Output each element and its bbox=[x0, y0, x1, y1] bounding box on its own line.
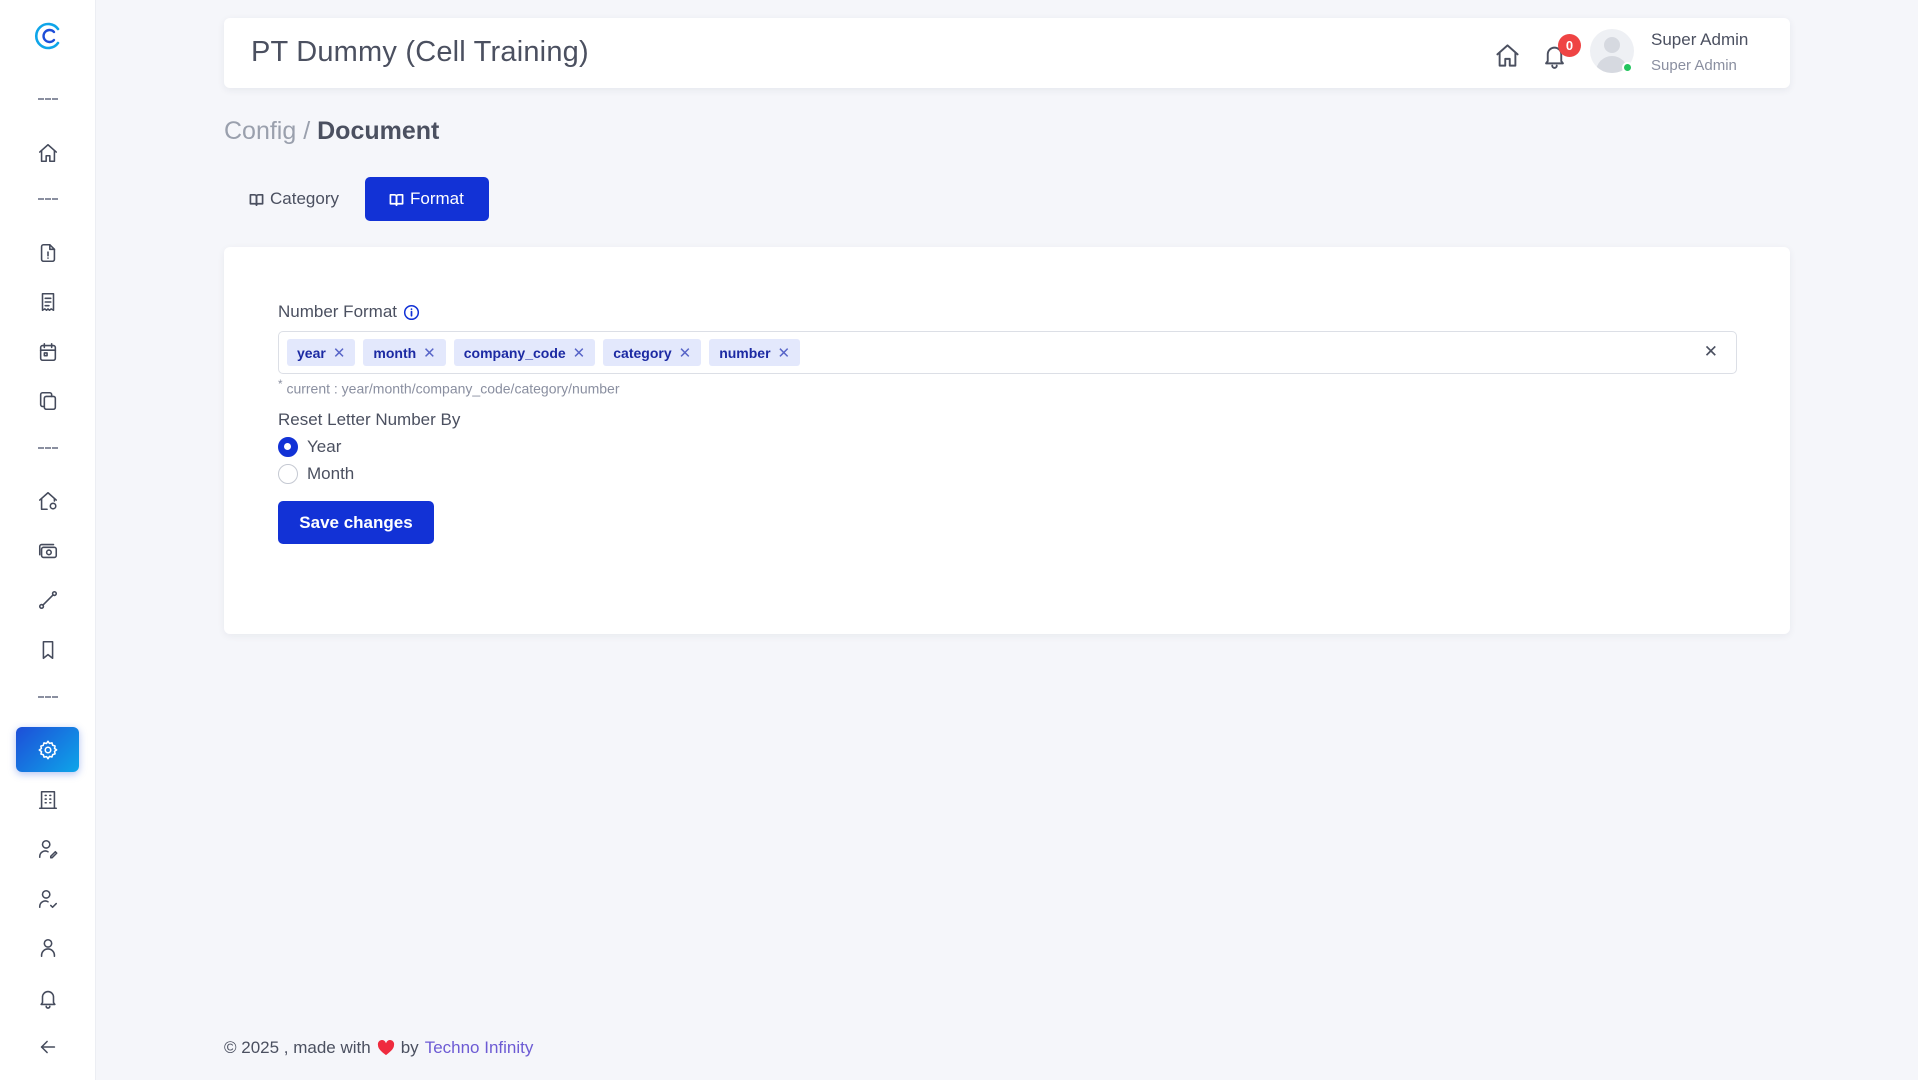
sidebar-item-document[interactable] bbox=[16, 230, 79, 275]
radio-button-checked[interactable] bbox=[278, 437, 298, 457]
sidebar-item-copy[interactable] bbox=[16, 378, 79, 423]
tab-label: Category bbox=[270, 189, 339, 208]
sidebar-item-user-edit[interactable] bbox=[16, 826, 79, 871]
sidebar-item-user[interactable] bbox=[16, 925, 79, 970]
sidebar-item-route[interactable] bbox=[16, 577, 79, 622]
top-header: PT Dummy (Cell Training) 0 Super Admin S… bbox=[224, 18, 1790, 88]
hint-asterisk: * bbox=[278, 378, 283, 391]
remove-tag-icon[interactable]: ✕ bbox=[333, 344, 346, 362]
save-changes-button[interactable]: Save changes bbox=[278, 501, 434, 544]
sidebar-item-settings[interactable] bbox=[16, 727, 79, 772]
arrow-left-icon bbox=[40, 1040, 55, 1053]
radio-button[interactable] bbox=[278, 464, 298, 484]
tab-format[interactable]: Format bbox=[365, 177, 489, 221]
receipt-icon bbox=[41, 292, 54, 311]
camera-money-icon bbox=[38, 543, 57, 558]
radio-year[interactable]: Year bbox=[278, 437, 341, 457]
sidebar-item-user-check[interactable] bbox=[16, 876, 79, 921]
sidebar-item-home[interactable] bbox=[16, 130, 79, 175]
footer-text: © 2025 , made with bbox=[224, 1038, 371, 1057]
remove-tag-icon[interactable]: ✕ bbox=[778, 344, 791, 362]
bookmark-icon bbox=[42, 640, 53, 659]
notification-count-badge: 0 bbox=[1558, 34, 1581, 57]
sidebar-separator bbox=[38, 447, 58, 449]
document-info-icon bbox=[40, 243, 55, 262]
number-format-label-text: Number Format bbox=[278, 302, 398, 321]
info-icon[interactable] bbox=[403, 304, 420, 321]
user-role: Super Admin bbox=[1651, 57, 1737, 74]
sidebar-item-notifications[interactable] bbox=[16, 975, 79, 1020]
sidebar-item-home-settings[interactable] bbox=[16, 478, 79, 523]
current-format-hint: * current : year/month/company_code/cate… bbox=[278, 378, 620, 397]
tag-label: month bbox=[373, 344, 417, 361]
breadcrumb-current: Document bbox=[317, 117, 440, 145]
tab-label: Format bbox=[410, 189, 464, 208]
app-logo[interactable] bbox=[32, 20, 64, 52]
tag-year: year ✕ bbox=[287, 339, 356, 366]
clear-all-icon[interactable]: ✕ bbox=[1704, 342, 1718, 362]
copy-icon bbox=[39, 391, 56, 410]
number-format-multiselect[interactable]: year ✕ month ✕ company_code ✕ category ✕ num… bbox=[278, 331, 1737, 374]
book-icon bbox=[389, 193, 404, 206]
user-name[interactable]: Super Admin bbox=[1651, 30, 1748, 50]
online-status-dot bbox=[1622, 62, 1633, 73]
sidebar bbox=[0, 0, 95, 1080]
sidebar-item-calendar[interactable] bbox=[16, 329, 79, 374]
footer: © 2025 , made with by Techno Infinity bbox=[224, 1038, 533, 1058]
tag-label: number bbox=[719, 344, 771, 361]
sidebar-separator bbox=[38, 696, 58, 698]
home-settings-icon bbox=[38, 491, 57, 510]
breadcrumb: Config / Document bbox=[224, 117, 439, 146]
tag-label: year bbox=[297, 344, 326, 361]
radio-label-year: Year bbox=[307, 437, 342, 456]
home-icon bbox=[1495, 43, 1519, 67]
radio-month[interactable]: Month bbox=[278, 464, 354, 484]
user-check-icon bbox=[38, 889, 57, 908]
tab-category[interactable]: Category bbox=[224, 177, 364, 221]
format-card: Number Format year ✕ month ✕ company_code ✕… bbox=[224, 247, 1790, 634]
tag-category: category ✕ bbox=[603, 339, 702, 366]
sidebar-item-receipt[interactable] bbox=[16, 279, 79, 324]
tag-company-code: company_code ✕ bbox=[453, 339, 596, 366]
building-icon bbox=[38, 790, 57, 809]
sidebar-separator bbox=[38, 198, 58, 200]
header-home-button[interactable] bbox=[1492, 40, 1522, 70]
footer-by: by bbox=[400, 1038, 419, 1057]
remove-tag-icon[interactable]: ✕ bbox=[679, 344, 692, 362]
company-title: PT Dummy (Cell Training) bbox=[251, 36, 589, 68]
sidebar-item-bookmark[interactable] bbox=[16, 627, 79, 672]
sidebar-item-collapse[interactable] bbox=[16, 1024, 79, 1069]
sidebar-separator bbox=[38, 98, 58, 100]
bell-icon bbox=[39, 990, 56, 1009]
route-icon bbox=[38, 590, 57, 609]
sidebar-item-building[interactable] bbox=[16, 777, 79, 822]
footer-company-link[interactable]: Techno Infinity bbox=[425, 1038, 534, 1058]
home-icon bbox=[38, 143, 57, 162]
tag-month: month ✕ bbox=[363, 339, 446, 366]
tag-label: category bbox=[613, 344, 672, 361]
tag-number: number ✕ bbox=[709, 339, 801, 366]
number-format-label: Number Format bbox=[278, 302, 420, 322]
breadcrumb-separator: / bbox=[303, 117, 311, 145]
user-edit-icon bbox=[38, 839, 57, 858]
calendar-icon bbox=[39, 342, 56, 361]
heart-icon bbox=[377, 1040, 394, 1056]
tag-label: company_code bbox=[463, 344, 566, 361]
book-icon bbox=[249, 193, 264, 206]
breadcrumb-parent[interactable]: Config bbox=[224, 117, 296, 145]
user-icon bbox=[40, 938, 55, 957]
sidebar-item-camera-money[interactable] bbox=[16, 528, 79, 573]
gear-icon bbox=[38, 740, 57, 759]
remove-tag-icon[interactable]: ✕ bbox=[573, 344, 586, 362]
hint-text: current : year/month/company_code/catego… bbox=[286, 380, 620, 397]
radio-label-month: Month bbox=[307, 464, 355, 483]
reset-letter-label: Reset Letter Number By bbox=[278, 410, 461, 429]
remove-tag-icon[interactable]: ✕ bbox=[423, 344, 436, 362]
